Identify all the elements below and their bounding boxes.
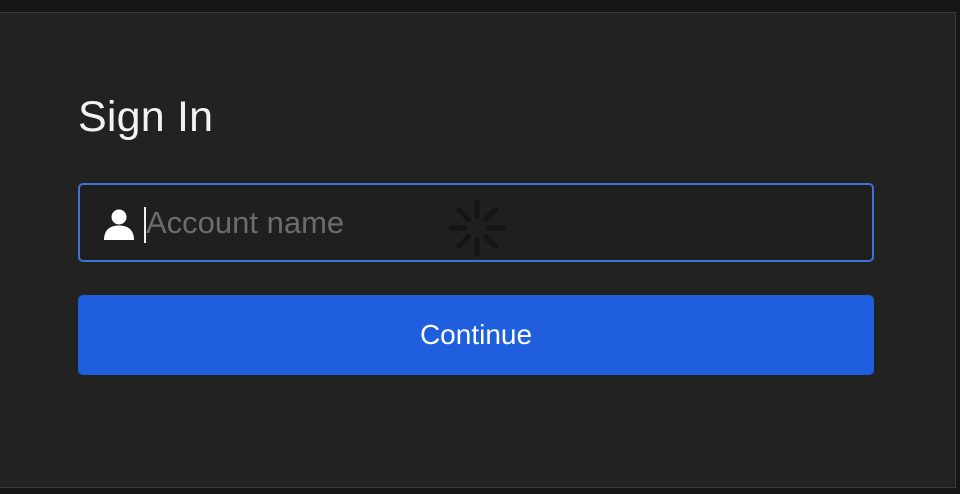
sign-in-window: Sign In Continue <box>0 12 956 488</box>
account-name-field[interactable] <box>78 183 874 262</box>
page-title: Sign In <box>78 93 214 141</box>
spinner-icon <box>448 199 506 257</box>
continue-button[interactable]: Continue <box>78 295 874 375</box>
user-icon <box>104 209 134 240</box>
